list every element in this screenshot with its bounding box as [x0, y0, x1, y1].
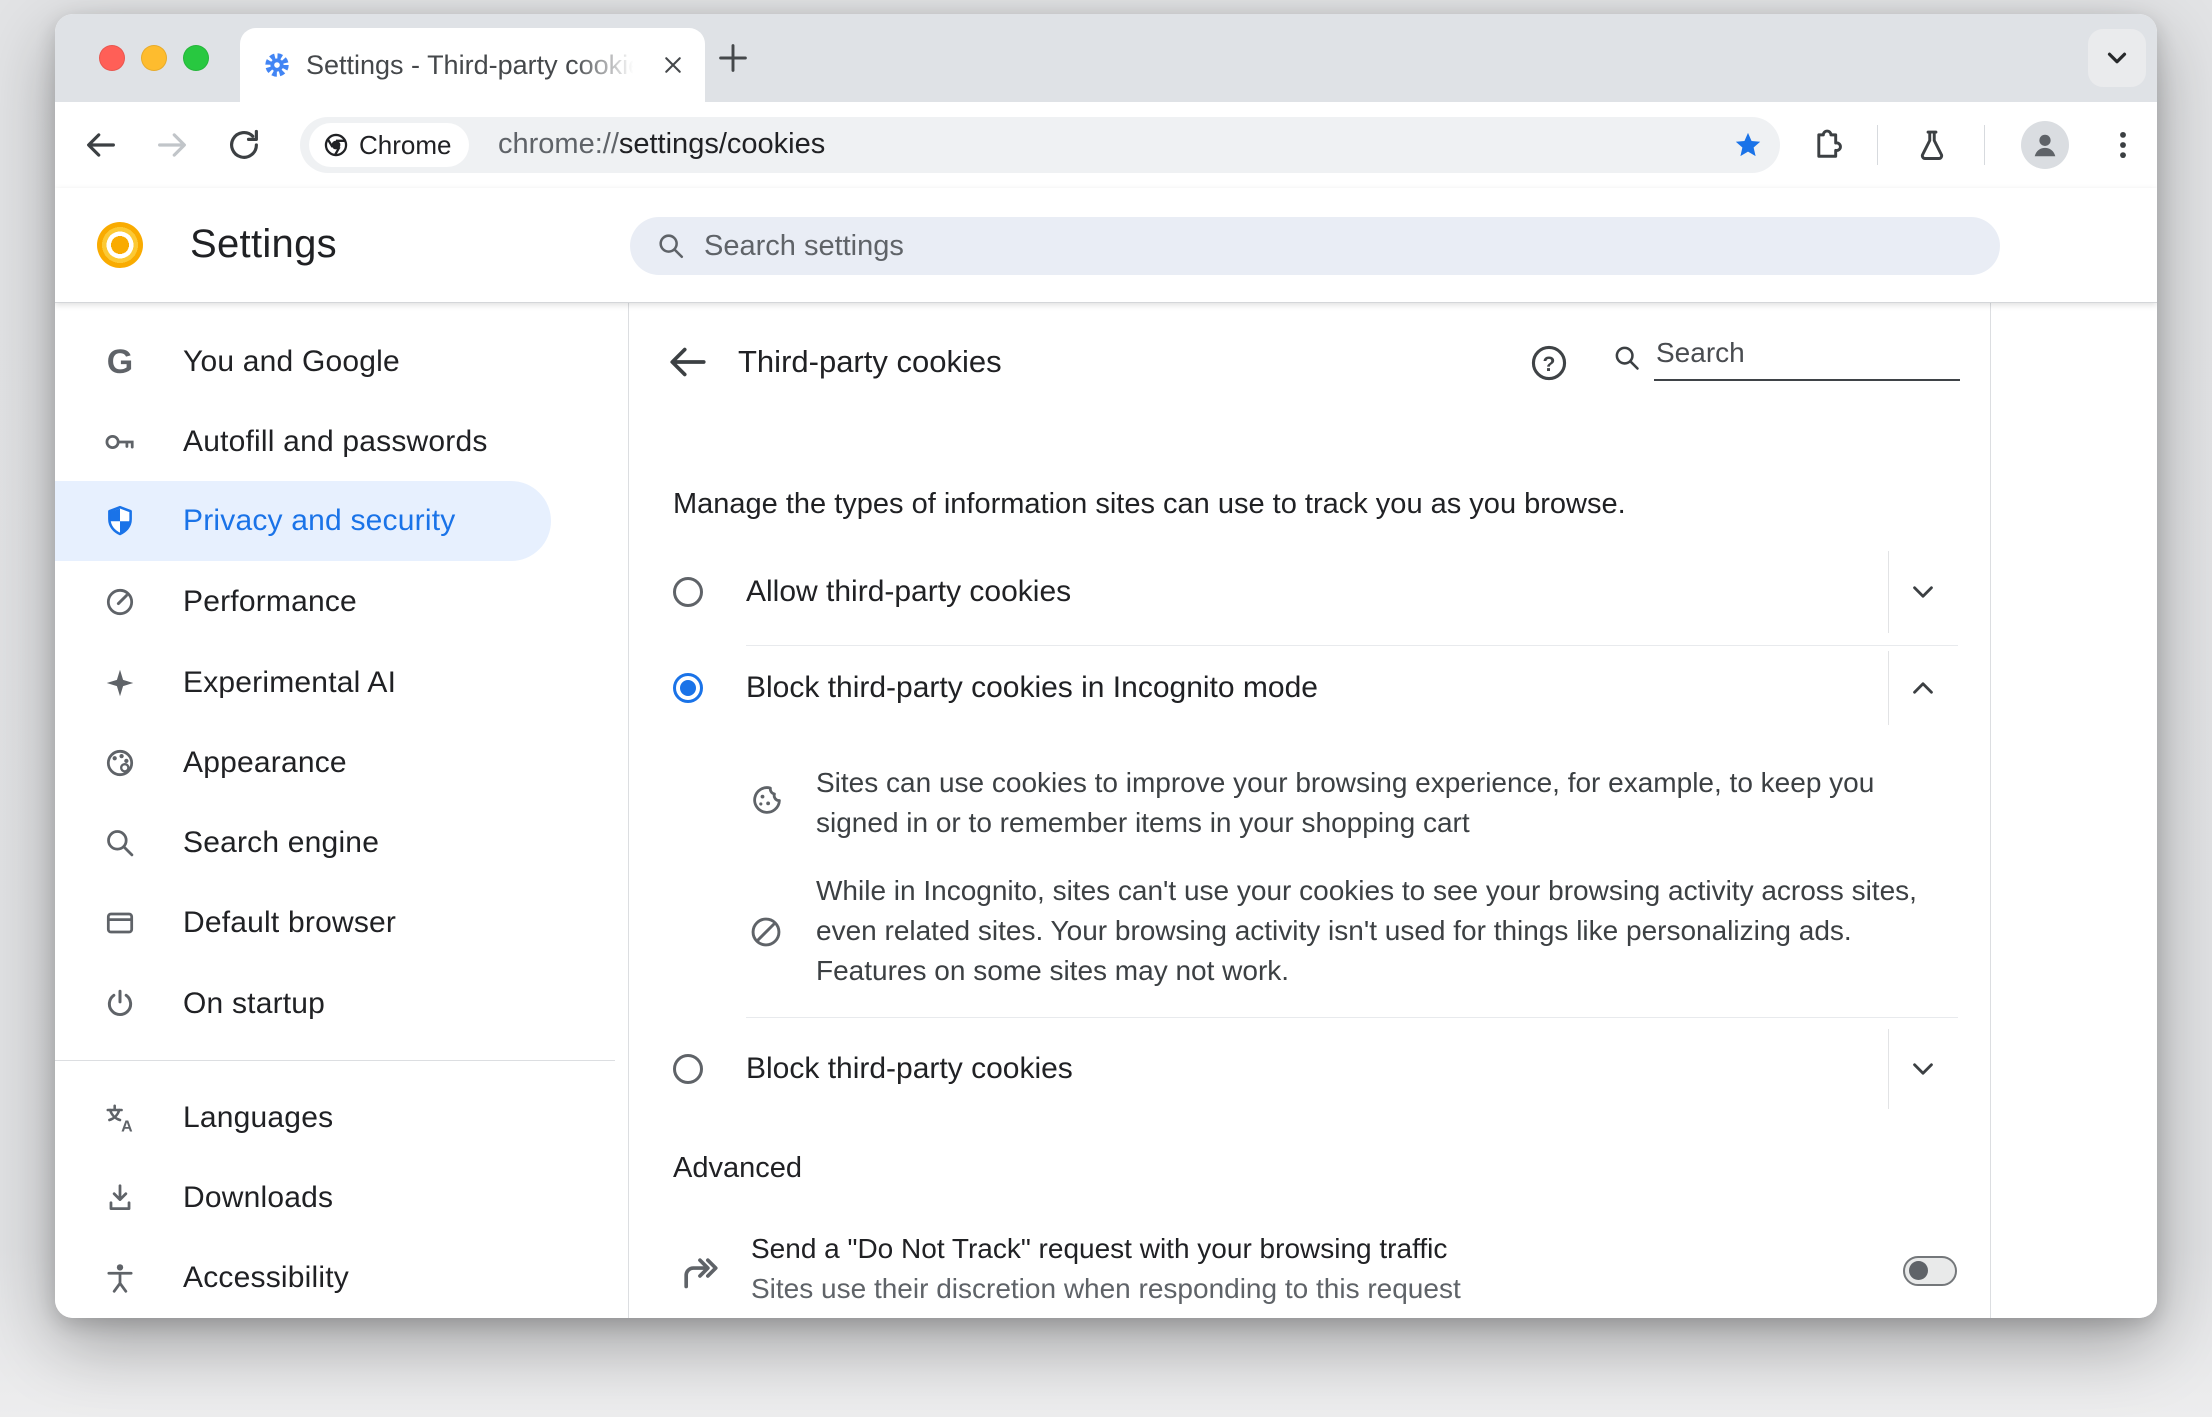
settings-sidebar: G You and Google Autofill and passwords	[55, 303, 628, 1318]
svg-text:A: A	[121, 1118, 133, 1135]
sidebar-item-appearance[interactable]: Appearance	[55, 723, 551, 803]
close-window-button[interactable]	[99, 45, 125, 71]
search-settings-input[interactable]	[704, 229, 1604, 263]
sidebar-item-languages[interactable]: A Languages	[55, 1078, 551, 1158]
download-icon	[103, 1181, 137, 1215]
svg-text:?: ?	[1543, 353, 1556, 376]
power-icon	[103, 987, 137, 1021]
sidebar-item-accessibility[interactable]: Accessibility	[55, 1238, 551, 1318]
radio-allow-third-party-cookies[interactable]	[673, 577, 703, 607]
browser-window-icon	[103, 906, 137, 940]
sidebar-item-downloads[interactable]: Downloads	[55, 1158, 551, 1238]
key-icon	[103, 425, 137, 459]
url-text: chrome://settings/cookies	[498, 128, 826, 160]
search-icon	[659, 234, 684, 259]
address-bar[interactable]: Chrome chrome://settings/cookies	[300, 117, 1780, 173]
page-title: Third-party cookies	[738, 344, 1002, 379]
do-not-track-arrow-icon	[677, 1251, 719, 1293]
dnt-subtitle: Sites use their discretion when respondi…	[751, 1273, 1461, 1304]
sidebar-item-default-browser[interactable]: Default browser	[55, 883, 551, 963]
sidebar-section-divider	[55, 1060, 615, 1061]
cookies-settings-panel: Third-party cookies ? Manage the types o…	[629, 303, 1990, 1318]
incognito-detail-2: While in Incognito, sites can't use your…	[816, 875, 1917, 986]
toggle-knob	[1909, 1261, 1928, 1280]
browser-window: Settings - Third-party cookies Chrome ch…	[55, 14, 2157, 1318]
page-search-input[interactable]	[1654, 335, 1960, 381]
forward-button[interactable]	[154, 127, 190, 163]
profile-avatar[interactable]	[2021, 121, 2069, 169]
minimize-window-button[interactable]	[141, 45, 167, 71]
incognito-detail-1: Sites can use cookies to improve your br…	[816, 767, 1875, 838]
reload-button[interactable]	[226, 127, 262, 163]
chrome-site-chip[interactable]: Chrome	[309, 123, 470, 167]
toolbar-divider	[1984, 125, 1985, 165]
do-not-track-row[interactable]: Send a "Do Not Track" request with your …	[751, 1229, 1461, 1309]
accessibility-icon	[103, 1261, 137, 1295]
content-right-divider	[1990, 303, 1991, 1318]
sidebar-item-performance[interactable]: Performance	[55, 562, 551, 642]
radio-block-third-party-cookies[interactable]	[673, 1054, 703, 1084]
settings-title: Settings	[190, 222, 337, 266]
sidebar-item-autofill[interactable]: Autofill and passwords	[55, 402, 551, 482]
google-g-icon: G	[106, 343, 134, 381]
blocked-icon	[748, 914, 784, 950]
option-allow-third-party-cookies[interactable]: Allow third-party cookies	[673, 539, 1958, 645]
intro-text: Manage the types of information sites ca…	[673, 488, 1626, 520]
sidebar-item-experimental-ai[interactable]: Experimental AI	[55, 643, 551, 723]
chip-label: Chrome	[359, 129, 452, 160]
tab-settings[interactable]: Settings - Third-party cookies	[240, 28, 705, 102]
back-button[interactable]	[83, 127, 119, 163]
search-settings-field[interactable]	[630, 217, 2000, 275]
labs-flask-icon[interactable]	[1914, 127, 1950, 163]
sidebar-item-on-startup[interactable]: On startup	[55, 964, 551, 1044]
list-divider	[746, 645, 1958, 646]
chrome-logo-icon	[324, 133, 348, 157]
browser-menu-icon[interactable]	[2105, 127, 2141, 163]
desktop-background: Settings - Third-party cookies Chrome ch…	[0, 0, 2212, 1417]
dnt-title: Send a "Do Not Track" request with your …	[751, 1233, 1448, 1264]
row-divider	[1888, 651, 1889, 725]
speedometer-icon	[103, 585, 137, 619]
chevron-down-icon[interactable]	[1908, 577, 1938, 607]
sparkle-icon	[103, 666, 137, 700]
zoom-window-button[interactable]	[183, 45, 209, 71]
browser-toolbar: Chrome chrome://settings/cookies	[55, 102, 2157, 188]
close-tab-icon[interactable]	[661, 53, 685, 77]
settings-gear-favicon-icon	[262, 50, 292, 80]
chrome-canary-logo	[97, 222, 143, 268]
page-search-field[interactable]	[1612, 335, 1960, 381]
palette-icon	[103, 746, 137, 780]
bookmark-star-icon[interactable]	[1733, 130, 1763, 160]
toolbar-divider	[1877, 125, 1878, 165]
chevron-up-icon[interactable]	[1908, 673, 1938, 703]
cookie-icon	[749, 782, 785, 818]
chevron-down-icon[interactable]	[1908, 1054, 1938, 1084]
option-block-third-party-cookies[interactable]: Block third-party cookies	[673, 1019, 1958, 1119]
sidebar-item-you-and-google[interactable]: G You and Google	[55, 322, 551, 402]
row-divider	[1888, 551, 1889, 633]
settings-content: G You and Google Autofill and passwords	[55, 303, 2157, 1318]
tab-title: Settings - Third-party cookies	[306, 50, 640, 80]
option-block-incognito[interactable]: Block third-party cookies in Incognito m…	[673, 647, 1958, 729]
advanced-section-heading: Advanced	[673, 1152, 802, 1184]
radio-block-incognito[interactable]	[673, 673, 703, 703]
dnt-toggle[interactable]	[1903, 1256, 1957, 1286]
list-divider	[746, 1017, 1958, 1018]
tab-search-button[interactable]	[2088, 29, 2146, 87]
sidebar-item-privacy-and-security[interactable]: Privacy and security	[55, 481, 551, 561]
settings-header: Settings	[55, 188, 2157, 303]
sidebar-item-search-engine[interactable]: Search engine	[55, 803, 551, 883]
new-tab-button[interactable]	[715, 40, 751, 76]
translate-icon: A	[103, 1101, 137, 1135]
search-icon	[1615, 346, 1639, 370]
magnifier-icon	[103, 826, 137, 860]
extensions-puzzle-icon[interactable]	[1807, 127, 1843, 163]
back-arrow-icon[interactable]	[667, 341, 709, 383]
tab-strip: Settings - Third-party cookies	[55, 14, 2157, 102]
row-divider	[1888, 1029, 1889, 1109]
help-question-icon[interactable]: ?	[1529, 343, 1569, 383]
shield-icon	[103, 504, 137, 538]
